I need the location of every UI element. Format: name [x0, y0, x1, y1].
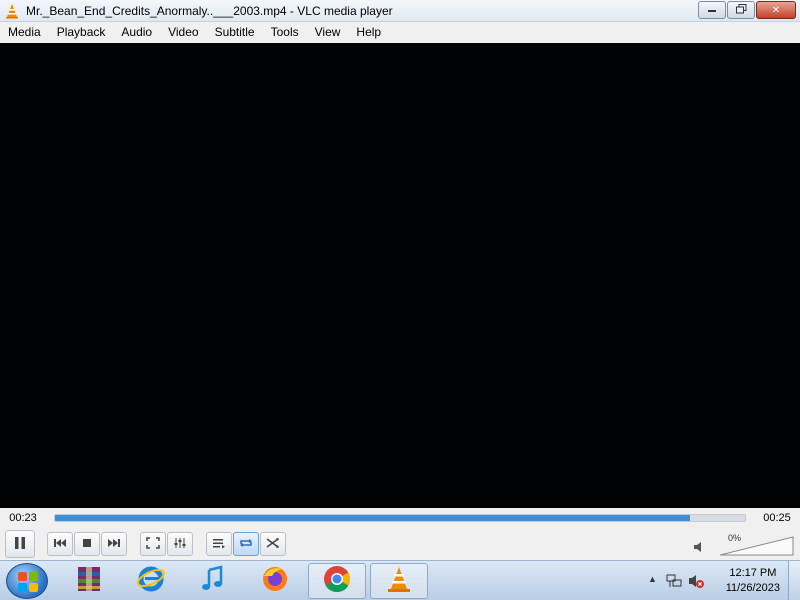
menu-media[interactable]: Media [0, 22, 49, 43]
extended-settings-button[interactable] [167, 532, 193, 556]
itunes-note-icon [198, 564, 228, 599]
taskbar: ▲ 12:17 PM 11/26/2023 [0, 560, 800, 600]
vlc-cone-icon [4, 3, 20, 19]
window-title: Mr._Bean_End_Credits_Anormaly..___2003.m… [26, 3, 393, 18]
clock-date: 11/26/2023 [725, 582, 780, 594]
minimize-button[interactable] [698, 1, 726, 19]
internet-explorer-icon [136, 564, 166, 599]
chrome-icon [322, 564, 352, 599]
start-button[interactable] [6, 563, 48, 599]
equalizer-icon [173, 537, 187, 552]
total-time: 00:25 [763, 512, 791, 524]
stop-icon [81, 537, 93, 552]
menu-audio[interactable]: Audio [113, 22, 160, 43]
playlist-button[interactable] [206, 532, 232, 556]
loop-button[interactable] [233, 532, 259, 556]
close-icon: ✕ [771, 4, 781, 16]
previous-button[interactable] [47, 532, 73, 556]
previous-icon [53, 537, 67, 552]
control-bar: 0% [0, 528, 800, 560]
volume-slider[interactable] [720, 536, 794, 556]
playlist-icon [212, 537, 226, 552]
close-button[interactable]: ✕ [756, 1, 796, 19]
seek-progress [55, 515, 690, 521]
windows-logo-icon [18, 572, 27, 581]
taskbar-internet-explorer[interactable] [122, 563, 180, 599]
speaker-icon[interactable] [694, 542, 704, 555]
volume-control[interactable]: 0% [694, 530, 794, 558]
firefox-icon [260, 564, 290, 599]
taskbar-winrar[interactable] [60, 563, 118, 599]
winrar-icon [74, 564, 104, 599]
menu-playback[interactable]: Playback [49, 22, 114, 43]
menu-help[interactable]: Help [348, 22, 389, 43]
menu-view[interactable]: View [307, 22, 349, 43]
taskbar-firefox[interactable] [246, 563, 304, 599]
taskbar-chrome[interactable] [308, 563, 366, 599]
fullscreen-button[interactable] [140, 532, 166, 556]
next-button[interactable] [101, 532, 127, 556]
menu-subtitle[interactable]: Subtitle [207, 22, 263, 43]
menu-video[interactable]: Video [160, 22, 206, 43]
video-display[interactable] [0, 43, 800, 508]
clock-time: 12:17 PM [729, 567, 777, 579]
random-button[interactable] [260, 532, 286, 556]
seek-slider[interactable] [54, 514, 746, 522]
taskbar-itunes[interactable] [184, 563, 242, 599]
menu-bar: Media Playback Audio Video Subtitle Tool… [0, 22, 800, 43]
loop-icon [239, 537, 253, 552]
network-icon[interactable] [666, 573, 682, 589]
elapsed-time: 00:23 [9, 512, 37, 524]
shuffle-icon [266, 537, 280, 552]
pause-icon [13, 535, 27, 554]
volume-muted-icon[interactable] [688, 573, 704, 589]
seek-area: 00:23 00:25 [0, 508, 800, 528]
title-bar[interactable]: Mr._Bean_End_Credits_Anormaly..___2003.m… [0, 0, 800, 22]
show-desktop-button[interactable] [788, 561, 800, 600]
restore-icon [735, 3, 747, 17]
restore-button[interactable] [727, 1, 755, 19]
fullscreen-icon [146, 536, 160, 552]
stop-button[interactable] [74, 532, 100, 556]
next-icon [107, 537, 121, 552]
vlc-cone-icon [384, 564, 414, 599]
menu-tools[interactable]: Tools [263, 22, 307, 43]
clock[interactable]: 12:17 PM 11/26/2023 [726, 566, 780, 596]
show-hidden-icons-chevron[interactable]: ▲ [648, 574, 657, 584]
pause-button[interactable] [5, 530, 35, 558]
minimize-icon [707, 5, 717, 16]
taskbar-vlc[interactable] [370, 563, 428, 599]
